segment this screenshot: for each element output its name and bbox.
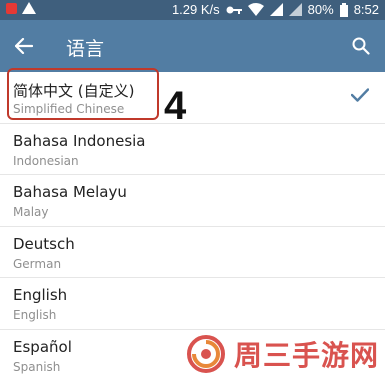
- language-subtitle: German: [13, 257, 61, 271]
- page-title: 语言: [66, 34, 104, 61]
- search-button[interactable]: [347, 32, 375, 60]
- language-name: Bahasa Melayu: [13, 183, 127, 201]
- swirl-logo-icon: [186, 334, 226, 374]
- signal-icon: [270, 3, 283, 16]
- language-item[interactable]: Deutsch German: [0, 227, 385, 279]
- language-name: English: [13, 286, 67, 304]
- highlight-box: [7, 68, 159, 120]
- language-name: Bahasa Indonesia: [13, 132, 146, 150]
- watermark: 周三手游网: [186, 334, 379, 374]
- battery-percent: 80%: [308, 2, 334, 17]
- key-icon: [226, 5, 242, 15]
- step-number: 4: [164, 84, 186, 129]
- language-subtitle: English: [13, 308, 56, 322]
- search-icon: [352, 37, 370, 55]
- warning-icon: [22, 2, 36, 14]
- signal-icon-2: [289, 3, 302, 16]
- language-name: Español: [13, 338, 72, 356]
- notification-icon: [6, 3, 17, 14]
- back-button[interactable]: [10, 32, 38, 60]
- watermark-text: 周三手游网: [234, 334, 379, 374]
- status-bar: 1.29 K/s 80% 8:52: [0, 0, 385, 20]
- language-subtitle: Malay: [13, 205, 49, 219]
- check-icon: [351, 88, 369, 102]
- app-bar: 语言: [0, 20, 385, 72]
- language-name: Deutsch: [13, 235, 75, 253]
- battery-icon: [340, 3, 348, 17]
- clock: 8:52: [354, 2, 379, 17]
- language-item[interactable]: Bahasa Melayu Malay: [0, 175, 385, 227]
- network-speed: 1.29 K/s: [172, 2, 220, 17]
- wifi-icon: [248, 3, 264, 16]
- language-item[interactable]: Bahasa Indonesia Indonesian: [0, 124, 385, 176]
- arrow-left-icon: [15, 38, 33, 54]
- language-subtitle: Indonesian: [13, 154, 79, 168]
- language-subtitle: Spanish: [13, 360, 60, 374]
- language-item[interactable]: English English: [0, 278, 385, 330]
